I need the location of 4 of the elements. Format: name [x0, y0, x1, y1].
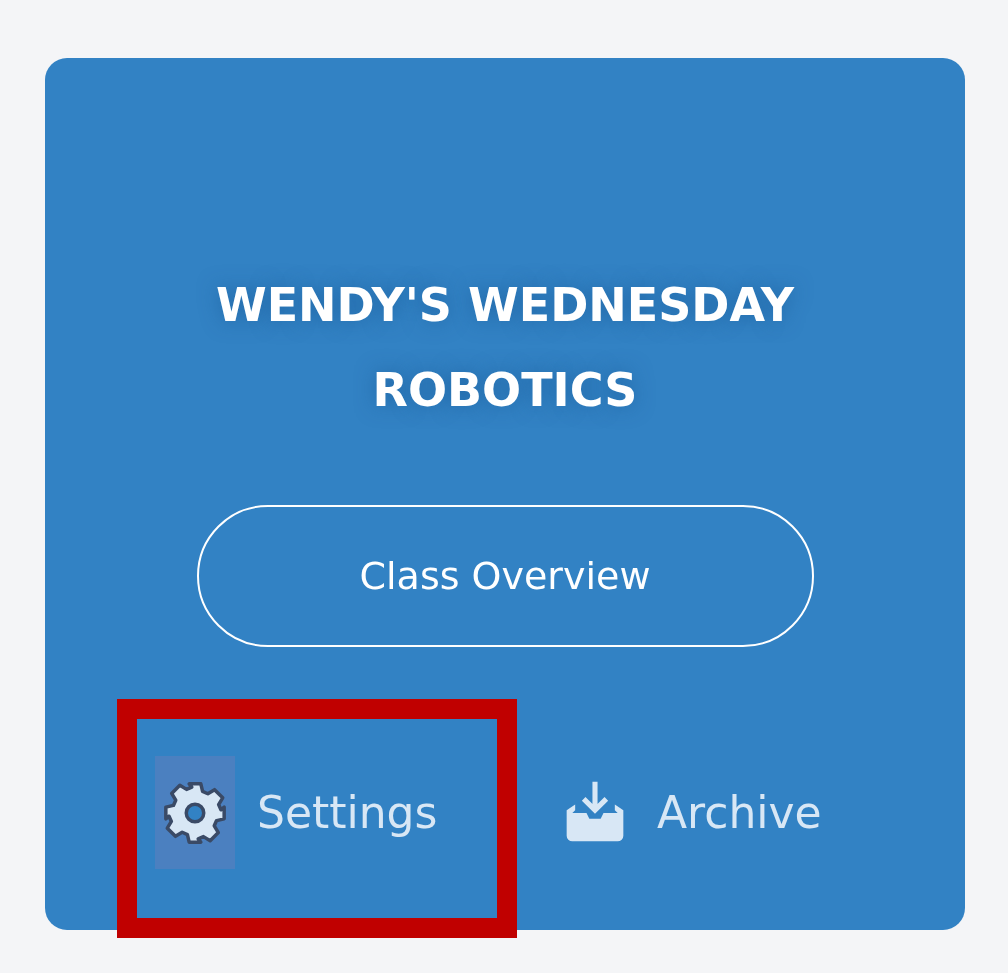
- settings-button[interactable]: Settings: [155, 756, 438, 869]
- class-overview-button[interactable]: Class Overview: [196, 505, 814, 647]
- archive-button[interactable]: Archive: [555, 756, 822, 869]
- class-title: WENDY'S WEDNESDAY ROBOTICS: [214, 277, 796, 419]
